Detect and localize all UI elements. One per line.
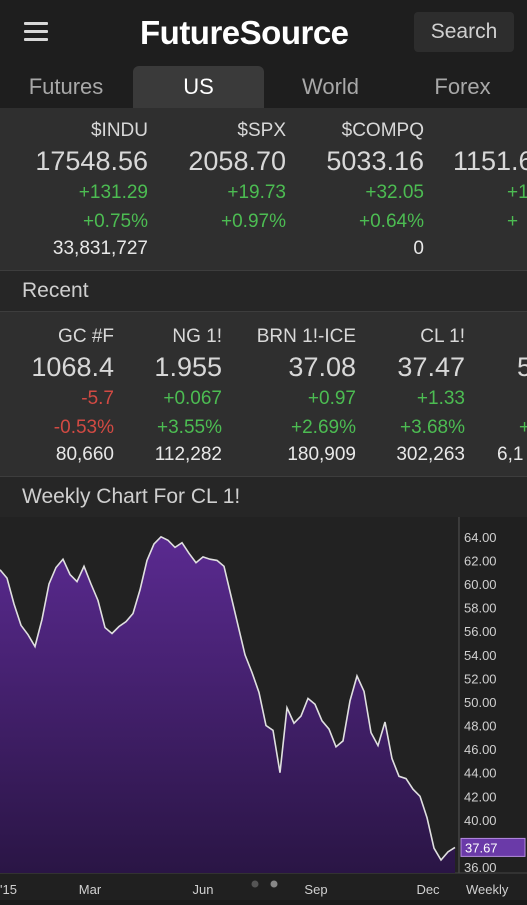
quote-card[interactable]: NG 1! 1.955 +0.067 +3.55% 112,282 <box>118 324 222 468</box>
quote-percent: + <box>519 417 527 438</box>
x-tick-label: Jun <box>193 882 214 897</box>
quote-change: +131.29 <box>78 182 148 203</box>
search-button[interactable]: Search <box>414 12 514 52</box>
quote-card[interactable]: GC #F 1068.4 -5.7 -0.53% 80,660 <box>0 324 114 468</box>
y-tick-label: 62.00 <box>464 553 497 568</box>
x-tick-label: Mar <box>79 882 102 897</box>
recent-title: Recent <box>22 279 89 302</box>
menu-icon[interactable] <box>24 22 48 42</box>
quote-last: 5 <box>517 352 527 382</box>
recent-quotes-panel: GC #F 1068.4 -5.7 -0.53% 80,660 NG 1! 1.… <box>0 312 527 476</box>
quote-card[interactable]: CL 1! 37.47 +1.33 +3.68% 302,263 <box>360 324 465 468</box>
x-tick-label: '15 <box>0 882 17 897</box>
quote-volume: 33,831,727 <box>52 238 148 259</box>
tab-forex[interactable]: Forex <box>398 66 527 108</box>
y-tick-label: 56.00 <box>464 624 497 639</box>
quote-volume <box>150 236 286 262</box>
quote-change: +0.97 <box>307 388 356 409</box>
y-tick-label: 40.00 <box>464 813 497 828</box>
quote-percent: +0.64% <box>359 211 424 232</box>
quote-change: +1 <box>507 182 527 203</box>
quote-card[interactable]: 5 + 6,1 <box>497 324 527 468</box>
quote-last: 5033.16 <box>326 146 424 176</box>
quote-change: +32.05 <box>365 182 424 203</box>
quote-volume: 0 <box>413 238 424 259</box>
quote-percent: +3.55% <box>157 417 222 438</box>
page-dot[interactable] <box>251 880 259 888</box>
y-tick-label: 58.00 <box>464 601 497 616</box>
quote-volume: 302,263 <box>396 444 465 465</box>
quote-percent: + <box>507 211 519 232</box>
quote-last: 1068.4 <box>31 352 114 382</box>
quote-change: +19.73 <box>227 182 286 203</box>
quote-card[interactable]: 1151.6 +1 + <box>453 118 527 236</box>
quote-percent: +0.97% <box>221 211 286 232</box>
tab-bar: Futures US World Forex <box>0 66 527 108</box>
tab-futures[interactable]: Futures <box>0 66 132 108</box>
y-tick-label: 52.00 <box>464 671 497 686</box>
app-header: FutureSource Search <box>0 0 527 66</box>
quote-symbol: $SPX <box>237 120 286 141</box>
chart-title: Weekly Chart For CL 1! <box>22 485 241 508</box>
quote-percent: +0.75% <box>83 211 148 232</box>
quote-symbol: $INDU <box>90 120 148 141</box>
quote-last: 37.08 <box>288 352 356 382</box>
tab-world[interactable]: World <box>265 66 396 108</box>
chart-svg: 36.0038.0040.0042.0044.0046.0048.0050.00… <box>0 517 527 897</box>
quote-card[interactable]: $COMPQ 5033.16 +32.05 +0.64% 0 <box>288 118 424 262</box>
quote-change: -5.7 <box>81 388 114 409</box>
y-tick-label: 50.00 <box>464 695 497 710</box>
quote-volume: 6,1 <box>497 444 524 465</box>
y-tick-label: 36.00 <box>464 860 497 875</box>
y-tick-label: 44.00 <box>464 766 497 781</box>
quote-percent: +3.68% <box>400 417 465 438</box>
quote-last: 17548.56 <box>35 146 148 176</box>
quote-last: 1.955 <box>154 352 222 382</box>
y-tick-label: 46.00 <box>464 742 497 757</box>
weekly-chart[interactable]: 36.0038.0040.0042.0044.0046.0048.0050.00… <box>0 517 527 900</box>
y-tick-label: 42.00 <box>464 789 497 804</box>
quote-symbol: GC #F <box>58 326 114 347</box>
x-tick-label: Dec <box>416 882 440 897</box>
quote-volume: 112,282 <box>154 444 222 465</box>
quote-last: 2058.70 <box>188 146 286 176</box>
quote-symbol: NG 1! <box>172 326 222 347</box>
page-dot-active[interactable] <box>270 880 278 888</box>
quote-card[interactable]: $INDU 17548.56 +131.29 +0.75% 33,831,727 <box>0 118 148 262</box>
quote-percent: +2.69% <box>291 417 356 438</box>
quote-change: +0.067 <box>163 388 222 409</box>
quote-card[interactable]: BRN 1!-ICE 37.08 +0.97 +2.69% 180,909 <box>226 324 356 468</box>
last-value-label: 37.67 <box>465 840 498 855</box>
brand-logo: FutureSource <box>140 14 349 51</box>
y-tick-label: 60.00 <box>464 577 497 592</box>
quote-symbol <box>453 118 527 144</box>
quote-change: +1.33 <box>416 388 465 409</box>
chart-header: Weekly Chart For CL 1! <box>0 476 527 518</box>
tab-us[interactable]: US <box>133 66 264 108</box>
quote-symbol: CL 1! <box>420 326 465 347</box>
quote-change <box>497 384 527 414</box>
quote-volume: 80,660 <box>55 444 114 465</box>
quote-last: 37.47 <box>397 352 465 382</box>
y-tick-label: 64.00 <box>464 530 497 545</box>
us-quotes-panel: $INDU 17548.56 +131.29 +0.75% 33,831,727… <box>0 108 527 270</box>
quote-card[interactable]: $SPX 2058.70 +19.73 +0.97% <box>150 118 286 262</box>
quote-last: 1151.6 <box>453 146 527 176</box>
quote-symbol: $COMPQ <box>341 120 424 141</box>
quote-symbol: BRN 1!-ICE <box>256 326 356 347</box>
y-tick-label: 48.00 <box>464 719 497 734</box>
period-label: Weekly <box>466 882 509 897</box>
y-tick-label: 54.00 <box>464 648 497 663</box>
x-tick-label: Sep <box>304 882 327 897</box>
quote-percent: -0.53% <box>53 417 114 438</box>
recent-header: Recent <box>0 270 527 312</box>
quote-symbol <box>497 324 527 350</box>
quote-volume: 180,909 <box>287 444 356 465</box>
